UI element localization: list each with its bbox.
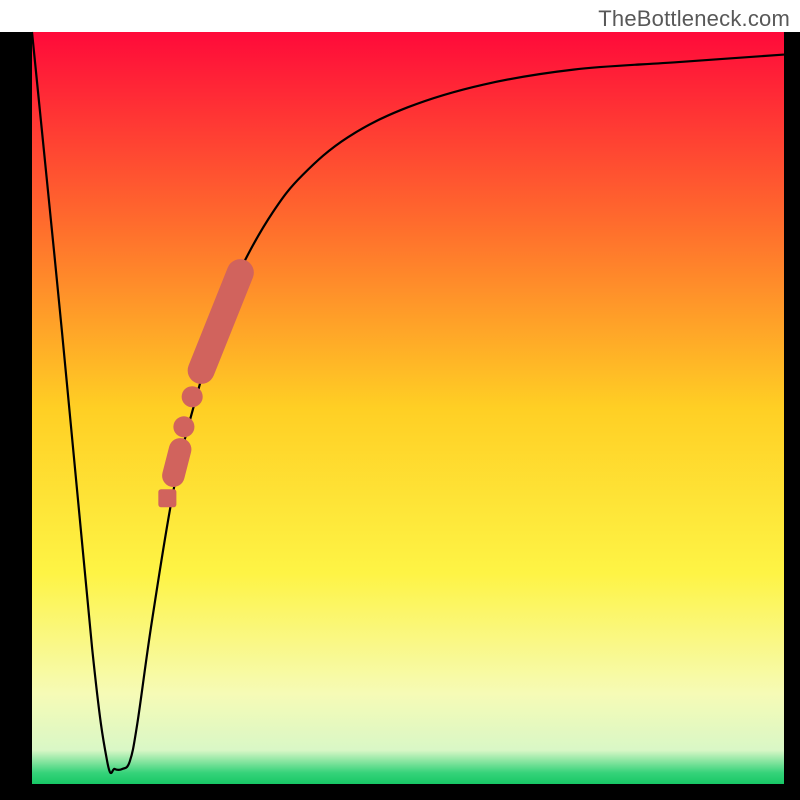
bottleneck-chart: TheBottleneck.com xyxy=(0,0,800,800)
chart-svg xyxy=(0,0,800,800)
marker-bar-3 xyxy=(173,449,180,475)
frame-left-2 xyxy=(0,32,32,800)
frame-right-2 xyxy=(784,32,800,800)
marker-dot-1 xyxy=(182,386,203,407)
marker-square-4 xyxy=(158,489,176,507)
attribution-text: TheBottleneck.com xyxy=(598,6,790,32)
marker-dot-2 xyxy=(173,416,194,437)
frame-bottom-2 xyxy=(0,784,800,800)
